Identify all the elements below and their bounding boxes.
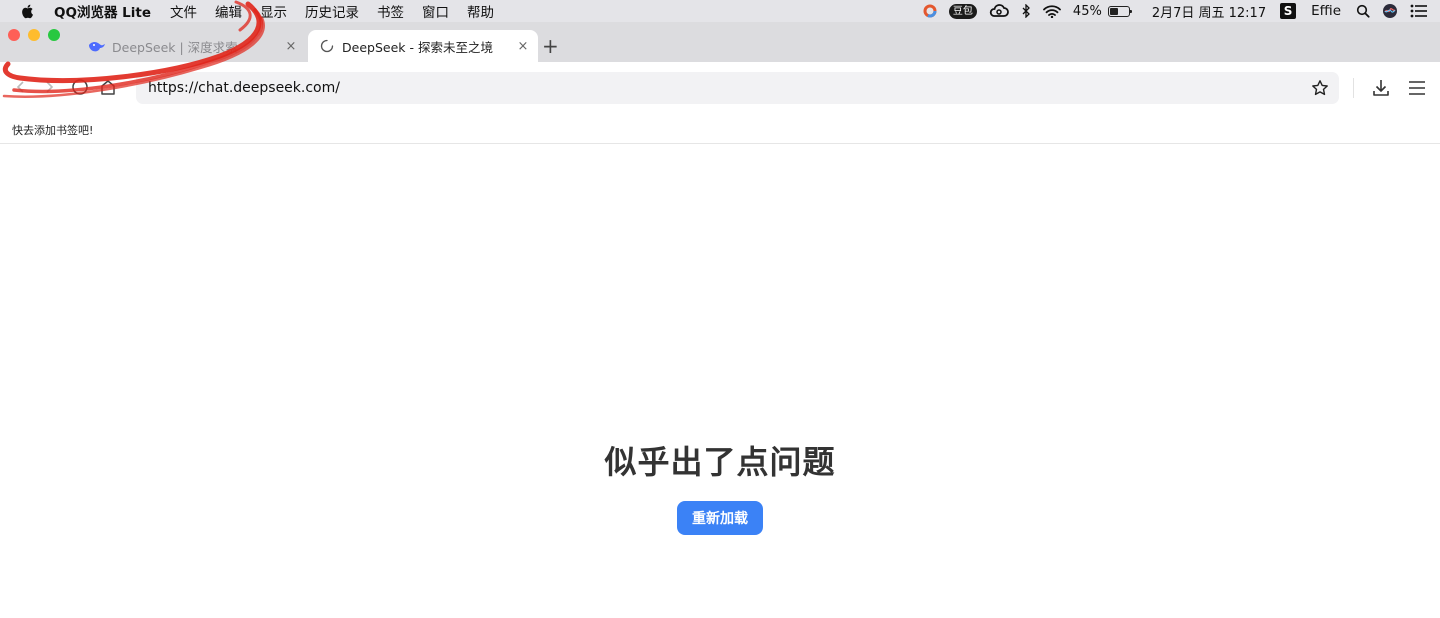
error-title: 似乎出了点问题 [604,443,836,481]
new-tab-button[interactable]: + [542,36,559,56]
tab-close-icon[interactable]: × [282,39,300,54]
window-close-button[interactable] [8,29,20,41]
bookmarks-bar: 快去添加书签吧! [0,114,1440,144]
browser-toolbar: https://chat.deepseek.com/ [0,62,1440,114]
menu-history[interactable]: 历史记录 [305,1,359,21]
loading-spinner-icon [318,37,336,55]
wifi-icon[interactable] [1043,0,1061,22]
battery-fill [1109,7,1118,15]
page-content: 似乎出了点问题 重新加载 [0,145,1440,618]
spotlight-search-icon[interactable] [1356,0,1370,22]
menu-bar-status: 豆包 45% 2月7日 周五 12:17 S Effie [923,0,1440,22]
menu-hamburger-icon[interactable] [1405,76,1429,100]
battery-icon[interactable] [1107,5,1132,17]
menu-window[interactable]: 窗口 [422,1,449,21]
bookmark-star-icon[interactable] [1311,79,1329,97]
doubao-label: 豆包 [948,3,977,19]
window-zoom-button[interactable] [48,29,60,41]
doubao-icon[interactable]: 豆包 [948,0,977,22]
forward-icon[interactable] [38,76,60,98]
tab-title: DeepSeek | 深度求索 [112,39,238,55]
bluetooth-icon[interactable] [1021,0,1031,22]
menu-edit[interactable]: 编辑 [215,1,242,21]
window-minimize-button[interactable] [28,29,40,41]
bookmarks-empty-hint: 快去添加书签吧! [12,124,94,137]
color-ring-icon[interactable] [923,0,937,22]
menu-help[interactable]: 帮助 [467,1,494,21]
toolbar-divider [1353,78,1354,98]
menu-file[interactable]: 文件 [170,1,197,21]
download-icon[interactable] [1369,76,1393,100]
menu-bookmarks[interactable]: 书签 [377,1,404,21]
url-text[interactable]: https://chat.deepseek.com/ [148,72,340,104]
menu-app-name[interactable]: QQ浏览器 Lite [54,1,151,21]
back-icon[interactable] [10,76,32,98]
tab-deepseek-home[interactable]: DeepSeek | 深度求索 × [82,30,306,62]
battery-percent: 45% [1072,3,1102,19]
address-bar[interactable]: https://chat.deepseek.com/ [136,72,1339,104]
apple-icon[interactable] [20,3,36,19]
menu-bar: QQ浏览器 Lite 文件 编辑 显示 历史记录 书签 窗口 帮助 豆包 45%… [0,0,1440,22]
control-center-icon[interactable] [1410,0,1428,22]
siri-icon[interactable] [1382,0,1398,22]
user-name[interactable]: Effie [1311,3,1341,19]
browser-title-bar: DeepSeek | 深度求索 × DeepSeek - 探索未至之境 × + [0,22,1440,62]
menu-bar-left: QQ浏览器 Lite 文件 编辑 显示 历史记录 书签 窗口 帮助 [0,0,512,22]
reload-page-button[interactable]: 重新加载 [677,501,763,535]
s-app-icon[interactable]: S [1280,3,1297,19]
reload-icon[interactable] [69,76,91,98]
tab-title: DeepSeek - 探索未至之境 [342,39,493,55]
deepseek-whale-icon [88,37,106,55]
tab-close-icon[interactable]: × [514,39,532,54]
menu-view[interactable]: 显示 [260,1,287,21]
creative-cloud-icon[interactable] [989,0,1009,22]
tab-deepseek-chat[interactable]: DeepSeek - 探索未至之境 × [308,30,538,62]
clock[interactable]: 2月7日 周五 12:17 [1152,2,1266,21]
home-icon[interactable] [97,76,119,98]
